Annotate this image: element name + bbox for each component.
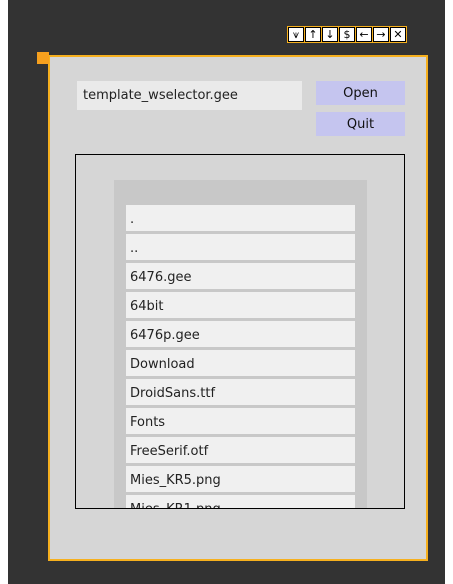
file-item[interactable]: .. [126, 234, 355, 260]
quit-button[interactable]: Quit [316, 112, 405, 136]
file-list-panel: . .. 6476.gee 64bit 6476p.gee Download D… [75, 154, 405, 509]
arrow-down-icon[interactable]: ↓ [322, 27, 338, 42]
file-item[interactable]: 6476p.gee [126, 321, 355, 347]
screen: ⩛ ↑ ↓ $ ← → ✕ template_wselector.gee Ope… [0, 0, 453, 584]
file-item[interactable]: FreeSerif.otf [126, 437, 355, 463]
arrow-right-icon[interactable]: → [373, 27, 389, 42]
file-list-container[interactable]: . .. 6476.gee 64bit 6476p.gee Download D… [114, 180, 367, 508]
file-item[interactable]: Fonts [126, 408, 355, 434]
fork-icon[interactable]: ⩛ [288, 27, 304, 42]
arrow-left-icon[interactable]: ← [356, 27, 372, 42]
file-item[interactable]: 6476.gee [126, 263, 355, 289]
file-item[interactable]: Mies_KR5.png [126, 466, 355, 492]
open-button[interactable]: Open [316, 81, 405, 105]
window-controls: ⩛ ↑ ↓ $ ← → ✕ [287, 26, 407, 43]
file-item[interactable]: . [126, 205, 355, 231]
filename-input[interactable]: template_wselector.gee [77, 81, 302, 110]
window-corner-handle[interactable] [37, 52, 49, 64]
file-item[interactable]: Mies_KR1.png [126, 495, 355, 508]
file-item[interactable]: DroidSans.ttf [126, 379, 355, 405]
file-item[interactable]: 64bit [126, 292, 355, 318]
close-icon[interactable]: ✕ [390, 27, 406, 42]
file-selector-window: template_wselector.gee Open Quit . .. 64… [48, 55, 428, 561]
file-item[interactable]: Download [126, 350, 355, 376]
arrow-up-icon[interactable]: ↑ [305, 27, 321, 42]
dollar-icon[interactable]: $ [339, 27, 355, 42]
file-list: . .. 6476.gee 64bit 6476p.gee Download D… [126, 205, 355, 508]
